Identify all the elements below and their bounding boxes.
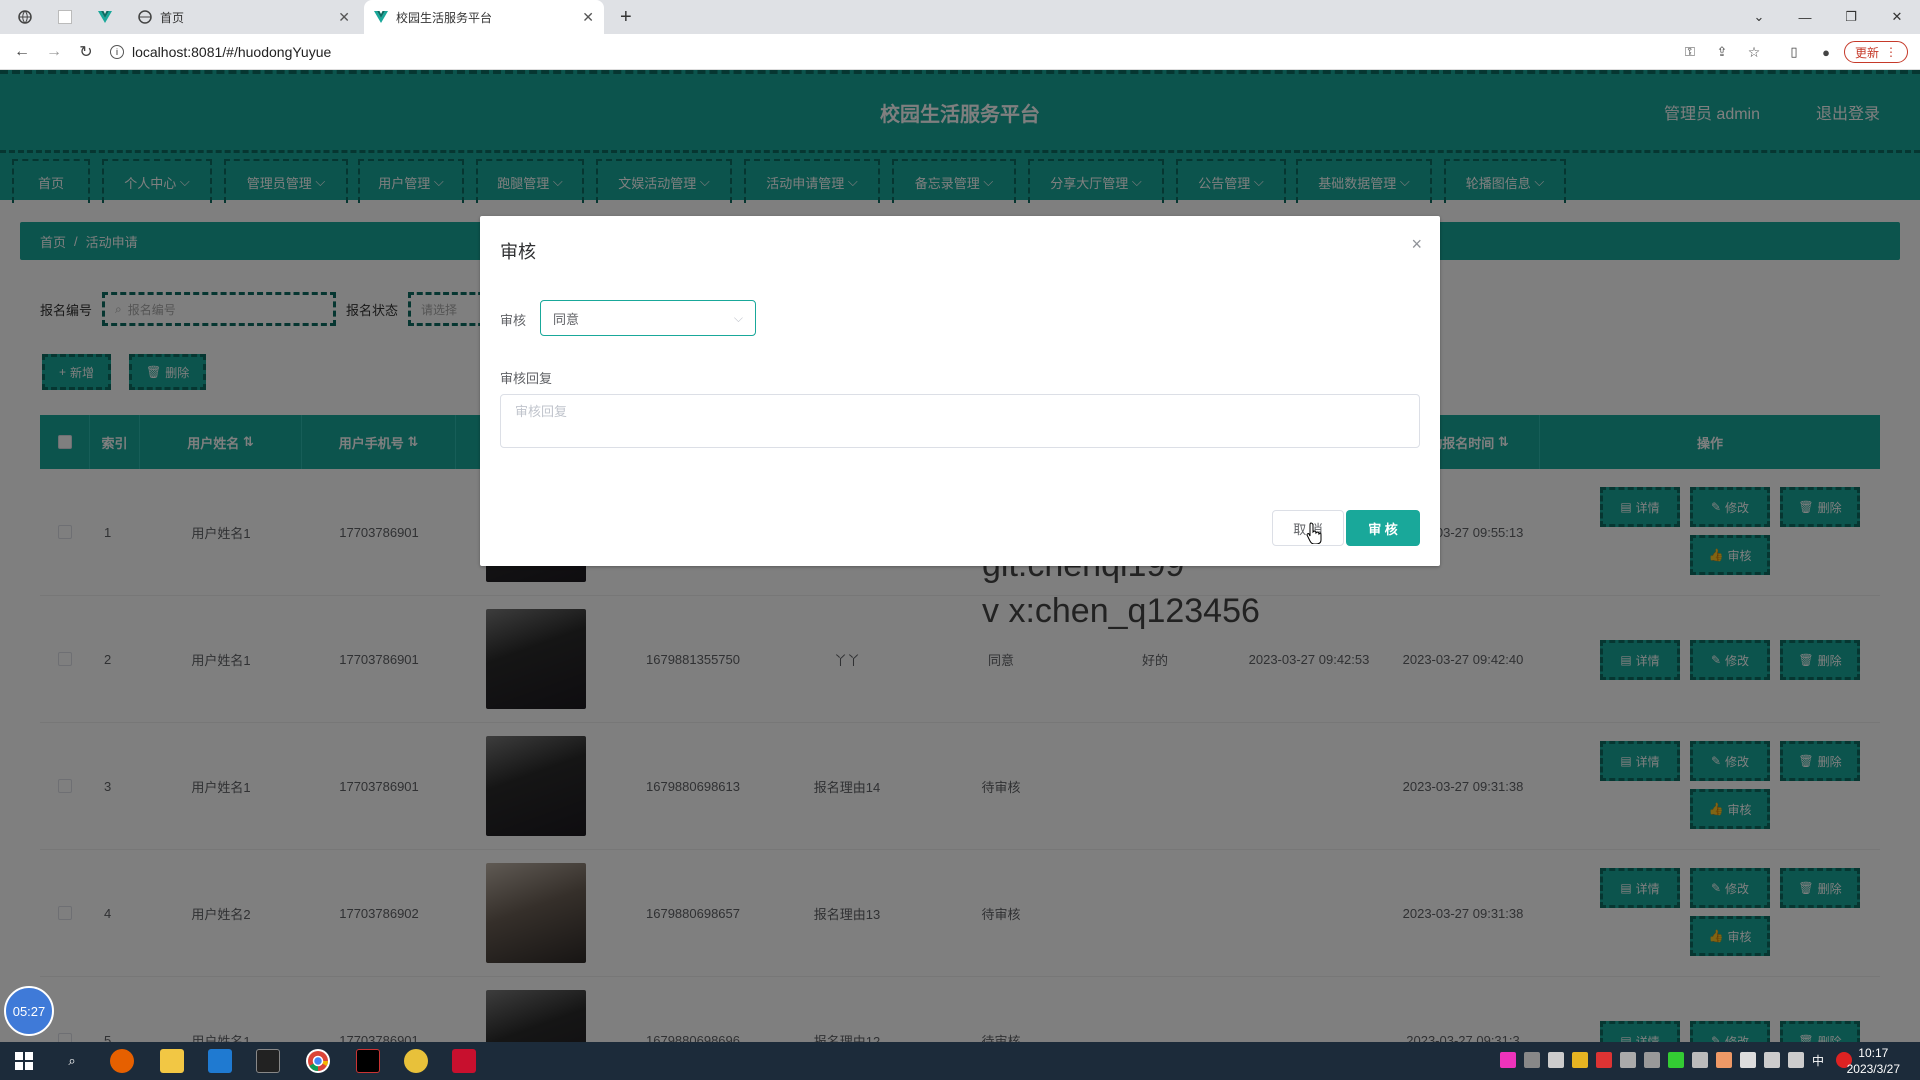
tray-icon[interactable]	[1620, 1052, 1636, 1068]
update-label: 更新	[1854, 45, 1879, 60]
back-icon[interactable]: ←	[10, 40, 34, 64]
browser-tab[interactable]	[88, 0, 124, 34]
intellij-icon[interactable]	[356, 1049, 380, 1073]
tray-icon[interactable]	[1644, 1052, 1660, 1068]
recording-timer[interactable]: 05:27	[4, 986, 54, 1036]
firefox-icon[interactable]	[110, 1049, 134, 1073]
tray-icon[interactable]	[1716, 1052, 1732, 1068]
browser-tab-active[interactable]: 校园生活服务平台 ✕	[364, 0, 604, 34]
plus-icon: +	[620, 5, 632, 28]
bookmark-star-icon[interactable]: ☆	[1742, 40, 1766, 64]
close-icon[interactable]: ×	[1411, 234, 1422, 255]
reply-placeholder: 审核回复	[515, 404, 568, 419]
forward-icon[interactable]: →	[42, 40, 66, 64]
search-icon[interactable]: ⌕	[60, 1049, 84, 1073]
dialog-title: 审核	[500, 242, 536, 262]
reply-textarea[interactable]: 审核回复	[500, 394, 1420, 448]
browser-tab[interactable]	[48, 0, 84, 34]
close-tab-icon[interactable]: ✕	[582, 9, 594, 26]
clock-time: 10:17	[1858, 1046, 1889, 1060]
wechat-icon[interactable]	[1668, 1052, 1684, 1068]
side-panel-icon[interactable]: ▯	[1782, 40, 1806, 64]
reply-label: 审核回复	[500, 371, 553, 386]
tab-title: 校园生活服务平台	[396, 10, 493, 25]
wps-icon[interactable]	[452, 1049, 476, 1073]
browser-tab-bar: 首页 ✕ 校园生活服务平台 ✕ + ⌄ — ❐ ✕	[0, 0, 1920, 34]
terminal-icon[interactable]	[256, 1049, 280, 1073]
tray-icon[interactable]	[1596, 1052, 1612, 1068]
globe-icon	[18, 10, 32, 24]
wifi-icon[interactable]	[1764, 1052, 1780, 1068]
review-label: 审核	[500, 313, 527, 328]
info-icon: i	[110, 45, 124, 59]
app-icon[interactable]	[404, 1049, 428, 1073]
tray-icon[interactable]	[1524, 1052, 1540, 1068]
chevron-down-icon: ⌵	[733, 310, 743, 325]
minimize-icon[interactable]: —	[1782, 0, 1828, 34]
tray-icon[interactable]	[1692, 1052, 1708, 1068]
vue-logo-icon	[374, 10, 388, 24]
review-dialog: 审核 × 审核 同意 ⌵ 审核回复 审核回复 取 消 审 核	[480, 216, 1440, 566]
tray-icon[interactable]	[1548, 1052, 1564, 1068]
blank-page-icon	[58, 10, 72, 24]
confirm-review-button[interactable]: 审 核	[1346, 510, 1420, 546]
vue-logo-icon	[98, 10, 112, 24]
browser-tab-home[interactable]: 首页 ✕	[128, 0, 360, 34]
tab-title: 首页	[160, 10, 185, 25]
reload-icon[interactable]: ↻	[74, 40, 98, 64]
key-icon[interactable]: ⚿	[1678, 40, 1702, 64]
new-tab-button[interactable]: +	[610, 0, 640, 34]
review-selected-value: 同意	[553, 311, 580, 327]
restore-icon[interactable]: ❐	[1828, 0, 1874, 34]
more-menu-icon: ⋮	[1885, 45, 1897, 59]
update-button[interactable]: 更新 ⋮	[1843, 41, 1908, 63]
file-explorer-icon[interactable]	[160, 1049, 184, 1073]
globe-icon	[138, 10, 152, 24]
windows-start-icon[interactable]	[12, 1049, 36, 1073]
share-icon[interactable]: ⇪	[1710, 40, 1734, 64]
address-bar: ← → ↻ i localhost:8081/#/huodongYuyue ⚿ …	[0, 34, 1920, 70]
ime-indicator[interactable]: 中	[1812, 1052, 1828, 1068]
hand-cursor-icon	[1306, 522, 1322, 544]
browser-tab[interactable]	[8, 0, 44, 34]
vscode-icon[interactable]	[208, 1049, 232, 1073]
url-field[interactable]: i localhost:8081/#/huodongYuyue	[110, 40, 1670, 64]
tray-icon[interactable]	[1500, 1052, 1516, 1068]
battery-icon[interactable]	[1740, 1052, 1756, 1068]
watermark-line: v x:chen_q123456	[982, 592, 1260, 630]
system-clock[interactable]: 10:17 2023/3/27	[1847, 1045, 1900, 1077]
volume-icon[interactable]	[1788, 1052, 1804, 1068]
url-text: localhost:8081/#/huodongYuyue	[132, 44, 332, 60]
review-select[interactable]: 同意 ⌵	[540, 300, 756, 336]
profile-icon[interactable]: ●	[1814, 40, 1838, 64]
chrome-icon[interactable]	[306, 1049, 330, 1073]
clock-date: 2023/3/27	[1846, 1062, 1900, 1076]
close-tab-icon[interactable]: ✕	[338, 9, 350, 26]
close-window-icon[interactable]: ✕	[1874, 0, 1920, 34]
tab-search-icon[interactable]: ⌄	[1736, 0, 1782, 34]
taskbar: ⌕ 中 10:17 2023/3/27	[0, 1042, 1920, 1080]
tray-icon[interactable]	[1572, 1052, 1588, 1068]
